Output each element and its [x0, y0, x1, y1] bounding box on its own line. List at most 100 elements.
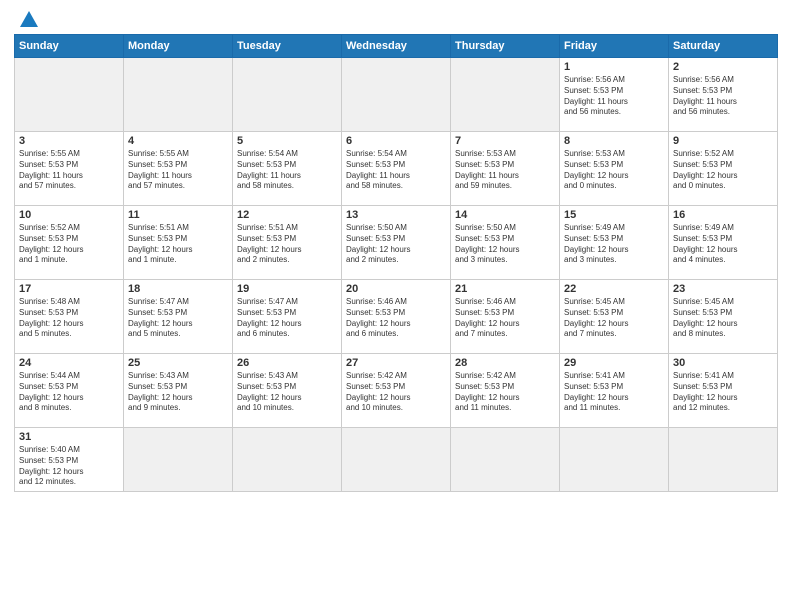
day-number: 16 — [673, 209, 773, 221]
calendar-day-cell — [15, 58, 124, 132]
day-info: Sunrise: 5:54 AM Sunset: 5:53 PM Dayligh… — [346, 149, 446, 192]
day-info: Sunrise: 5:46 AM Sunset: 5:53 PM Dayligh… — [455, 297, 555, 340]
calendar-week-row: 17Sunrise: 5:48 AM Sunset: 5:53 PM Dayli… — [15, 280, 778, 354]
calendar-day-cell: 25 Sunrise: 5:43 AM Sunset: 5:53 PM Dayli… — [124, 354, 233, 428]
day-number: 25 — [128, 357, 228, 369]
day-info: Sunrise: 5:50 AM Sunset: 5:53 PM Dayligh… — [346, 223, 446, 266]
day-number: 5 — [237, 135, 337, 147]
day-info: Sunrise: 5:40 AM Sunset: 5:53 PM Dayligh… — [19, 445, 119, 488]
day-info: Sunrise: 5:49 AM Sunset: 5:53 PM Dayligh… — [564, 223, 664, 266]
calendar-day-cell: 5 Sunrise: 5:54 AM Sunset: 5:53 PM Daylig… — [233, 132, 342, 206]
calendar-day-cell: 1Sunrise: 5:56 AM Sunset: 5:53 PM Daylig… — [560, 58, 669, 132]
day-number: 19 — [237, 283, 337, 295]
day-info: Sunrise: 5:45 AM Sunset: 5:53 PM Dayligh… — [673, 297, 773, 340]
day-number: 23 — [673, 283, 773, 295]
day-number: 22 — [564, 283, 664, 295]
day-info: Sunrise: 5:47 AM Sunset: 5:53 PM Dayligh… — [237, 297, 337, 340]
calendar-day-cell — [124, 428, 233, 492]
page-container: SundayMondayTuesdayWednesdayThursdayFrid… — [0, 0, 792, 498]
calendar-day-cell: 26 Sunrise: 5:43 AM Sunset: 5:53 PM Dayli… — [233, 354, 342, 428]
day-number: 7 — [455, 135, 555, 147]
calendar-day-cell: 13 Sunrise: 5:50 AM Sunset: 5:53 PM Dayli… — [342, 206, 451, 280]
day-number: 12 — [237, 209, 337, 221]
day-info: Sunrise: 5:56 AM Sunset: 5:53 PM Dayligh… — [673, 75, 773, 118]
day-number: 31 — [19, 431, 119, 443]
calendar-day-cell: 6 Sunrise: 5:54 AM Sunset: 5:53 PM Daylig… — [342, 132, 451, 206]
day-number: 15 — [564, 209, 664, 221]
calendar-day-header: Friday — [560, 35, 669, 58]
day-info: Sunrise: 5:53 AM Sunset: 5:53 PM Dayligh… — [455, 149, 555, 192]
day-number: 28 — [455, 357, 555, 369]
day-number: 6 — [346, 135, 446, 147]
day-info: Sunrise: 5:55 AM Sunset: 5:53 PM Dayligh… — [128, 149, 228, 192]
calendar-day-cell: 27Sunrise: 5:42 AM Sunset: 5:53 PM Dayli… — [342, 354, 451, 428]
day-number: 8 — [564, 135, 664, 147]
calendar-day-header: Wednesday — [342, 35, 451, 58]
calendar-day-cell: 3Sunrise: 5:55 AM Sunset: 5:53 PM Daylig… — [15, 132, 124, 206]
day-info: Sunrise: 5:45 AM Sunset: 5:53 PM Dayligh… — [564, 297, 664, 340]
calendar-day-cell: 8 Sunrise: 5:53 AM Sunset: 5:53 PM Daylig… — [560, 132, 669, 206]
day-info: Sunrise: 5:54 AM Sunset: 5:53 PM Dayligh… — [237, 149, 337, 192]
calendar-week-row: 1Sunrise: 5:56 AM Sunset: 5:53 PM Daylig… — [15, 58, 778, 132]
day-info: Sunrise: 5:56 AM Sunset: 5:53 PM Dayligh… — [564, 75, 664, 118]
calendar-day-cell — [233, 428, 342, 492]
logo-triangle-icon — [20, 11, 38, 27]
calendar-day-cell: 9 Sunrise: 5:52 AM Sunset: 5:53 PM Daylig… — [669, 132, 778, 206]
day-info: Sunrise: 5:50 AM Sunset: 5:53 PM Dayligh… — [455, 223, 555, 266]
calendar-day-cell — [124, 58, 233, 132]
calendar-week-row: 24Sunrise: 5:44 AM Sunset: 5:53 PM Dayli… — [15, 354, 778, 428]
calendar-day-header: Saturday — [669, 35, 778, 58]
header — [14, 10, 778, 32]
day-info: Sunrise: 5:44 AM Sunset: 5:53 PM Dayligh… — [19, 371, 119, 414]
calendar-day-cell: 31 Sunrise: 5:40 AM Sunset: 5:53 PM Dayli… — [15, 428, 124, 492]
calendar-day-cell: 12 Sunrise: 5:51 AM Sunset: 5:53 PM Dayli… — [233, 206, 342, 280]
calendar-day-cell: 30Sunrise: 5:41 AM Sunset: 5:53 PM Dayli… — [669, 354, 778, 428]
day-number: 27 — [346, 357, 446, 369]
calendar-day-cell: 20 Sunrise: 5:46 AM Sunset: 5:53 PM Dayli… — [342, 280, 451, 354]
day-info: Sunrise: 5:47 AM Sunset: 5:53 PM Dayligh… — [128, 297, 228, 340]
calendar-day-header: Sunday — [15, 35, 124, 58]
day-number: 21 — [455, 283, 555, 295]
calendar-day-cell — [451, 428, 560, 492]
day-number: 2 — [673, 61, 773, 73]
calendar-day-cell: 14 Sunrise: 5:50 AM Sunset: 5:53 PM Dayli… — [451, 206, 560, 280]
calendar-day-cell: 19 Sunrise: 5:47 AM Sunset: 5:53 PM Dayli… — [233, 280, 342, 354]
calendar-day-cell — [233, 58, 342, 132]
day-info: Sunrise: 5:43 AM Sunset: 5:53 PM Dayligh… — [128, 371, 228, 414]
calendar-day-cell: 11Sunrise: 5:51 AM Sunset: 5:53 PM Dayli… — [124, 206, 233, 280]
calendar-day-cell: 24Sunrise: 5:44 AM Sunset: 5:53 PM Dayli… — [15, 354, 124, 428]
day-info: Sunrise: 5:51 AM Sunset: 5:53 PM Dayligh… — [128, 223, 228, 266]
logo-icon — [14, 10, 38, 32]
calendar-day-cell: 16Sunrise: 5:49 AM Sunset: 5:53 PM Dayli… — [669, 206, 778, 280]
day-number: 30 — [673, 357, 773, 369]
day-info: Sunrise: 5:48 AM Sunset: 5:53 PM Dayligh… — [19, 297, 119, 340]
day-info: Sunrise: 5:53 AM Sunset: 5:53 PM Dayligh… — [564, 149, 664, 192]
day-number: 4 — [128, 135, 228, 147]
calendar-day-cell: 4 Sunrise: 5:55 AM Sunset: 5:53 PM Daylig… — [124, 132, 233, 206]
calendar-day-cell: 17Sunrise: 5:48 AM Sunset: 5:53 PM Dayli… — [15, 280, 124, 354]
day-info: Sunrise: 5:46 AM Sunset: 5:53 PM Dayligh… — [346, 297, 446, 340]
calendar-day-cell — [560, 428, 669, 492]
day-number: 18 — [128, 283, 228, 295]
day-number: 3 — [19, 135, 119, 147]
calendar-day-cell — [669, 428, 778, 492]
day-number: 26 — [237, 357, 337, 369]
day-info: Sunrise: 5:41 AM Sunset: 5:53 PM Dayligh… — [564, 371, 664, 414]
day-info: Sunrise: 5:52 AM Sunset: 5:53 PM Dayligh… — [673, 149, 773, 192]
day-number: 29 — [564, 357, 664, 369]
calendar-day-cell: 23 Sunrise: 5:45 AM Sunset: 5:53 PM Dayli… — [669, 280, 778, 354]
day-number: 14 — [455, 209, 555, 221]
calendar-week-row: 31 Sunrise: 5:40 AM Sunset: 5:53 PM Dayli… — [15, 428, 778, 492]
logo-area — [14, 10, 38, 32]
day-number: 9 — [673, 135, 773, 147]
calendar-day-cell: 15 Sunrise: 5:49 AM Sunset: 5:53 PM Dayli… — [560, 206, 669, 280]
calendar-day-cell: 21 Sunrise: 5:46 AM Sunset: 5:53 PM Dayli… — [451, 280, 560, 354]
calendar-day-cell — [342, 428, 451, 492]
calendar-day-cell: 10Sunrise: 5:52 AM Sunset: 5:53 PM Dayli… — [15, 206, 124, 280]
day-number: 13 — [346, 209, 446, 221]
day-info: Sunrise: 5:51 AM Sunset: 5:53 PM Dayligh… — [237, 223, 337, 266]
calendar-day-cell: 2 Sunrise: 5:56 AM Sunset: 5:53 PM Daylig… — [669, 58, 778, 132]
day-info: Sunrise: 5:43 AM Sunset: 5:53 PM Dayligh… — [237, 371, 337, 414]
calendar-week-row: 3 Sunrise: 5:55 AM Sunset: 5:53 PM Daylig… — [15, 132, 778, 206]
day-number: 20 — [346, 283, 446, 295]
